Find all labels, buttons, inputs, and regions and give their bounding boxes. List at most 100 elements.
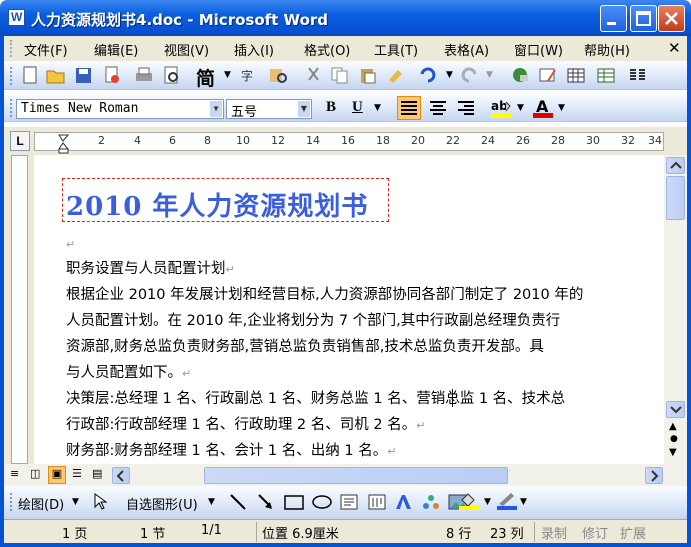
status-record[interactable]: 录制 <box>541 523 567 542</box>
underline-icon[interactable]: U <box>352 99 363 116</box>
status-track-changes[interactable]: 修订 <box>582 523 608 542</box>
vertical-ruler-strip[interactable] <box>11 155 28 464</box>
menu-format[interactable]: 格式(O) <box>304 40 350 59</box>
chinese-convert-dropdown-icon[interactable]: ▼ <box>224 70 231 80</box>
save-icon[interactable] <box>74 66 94 84</box>
permission-icon[interactable] <box>102 66 122 84</box>
chevron-down-icon[interactable]: ▼ <box>520 497 527 507</box>
font-size-combo[interactable]: 五号 ▼ <box>226 99 312 120</box>
insert-table-icon[interactable] <box>566 66 586 84</box>
vertical-scroll-thumb[interactable] <box>666 176 685 220</box>
scroll-up-button[interactable] <box>666 157 685 174</box>
copy-icon[interactable] <box>330 66 350 84</box>
research-icon[interactable] <box>268 66 288 84</box>
draw-menu-button[interactable]: 绘图(D) <box>18 494 64 513</box>
word-app-icon[interactable] <box>8 9 25 26</box>
outline-view-icon[interactable]: ☰ <box>72 467 82 480</box>
bold-icon[interactable]: B <box>326 99 336 116</box>
normal-view-icon[interactable]: ≡ <box>10 467 19 480</box>
chevron-down-icon[interactable]: ▼ <box>72 497 79 507</box>
autoshapes-menu-button[interactable]: 自选图形(U) <box>126 494 198 513</box>
align-center-icon[interactable] <box>427 97 449 119</box>
format-painter-icon[interactable] <box>386 66 406 84</box>
chevron-down-icon[interactable]: ▼ <box>210 101 222 117</box>
ruler-tick: 28 <box>551 134 565 147</box>
highlight-dropdown-icon[interactable]: ▼ <box>517 103 524 113</box>
paste-icon[interactable] <box>358 66 378 84</box>
svg-text:ab: ab <box>491 99 508 113</box>
font-color-icon[interactable]: A <box>532 97 554 119</box>
menu-edit[interactable]: 编辑(E) <box>94 40 138 59</box>
menu-window[interactable]: 窗口(W) <box>514 40 563 59</box>
menu-tools[interactable]: 工具(T) <box>374 40 418 59</box>
menu-insert[interactable]: 插入(I) <box>234 40 274 59</box>
insert-excel-icon[interactable] <box>596 66 616 84</box>
print-preview-icon[interactable] <box>162 66 182 84</box>
underline-dropdown-icon[interactable]: ▼ <box>374 103 381 113</box>
status-divider <box>256 522 257 542</box>
maximize-button[interactable] <box>630 5 657 32</box>
select-objects-icon[interactable] <box>92 493 108 511</box>
status-page-of: 1/1 <box>201 523 222 538</box>
chevron-down-icon[interactable]: ▼ <box>208 497 215 507</box>
wordart-icon[interactable] <box>394 493 414 511</box>
undo-icon[interactable] <box>418 66 438 84</box>
chevron-down-icon[interactable]: ▼ <box>484 497 491 507</box>
status-extend[interactable]: 扩展 <box>620 523 646 542</box>
scroll-right-button[interactable] <box>645 467 663 484</box>
next-page-icon[interactable]: ▼ <box>669 447 677 458</box>
print-layout-view-button[interactable]: ▣ <box>48 466 66 484</box>
tables-borders-icon[interactable] <box>538 66 558 84</box>
scroll-down-button[interactable] <box>666 401 685 418</box>
translate-icon[interactable]: 字 <box>240 66 260 84</box>
ruler-tick: 26 <box>516 134 530 147</box>
menu-help[interactable]: 帮助(H) <box>584 40 630 59</box>
align-right-icon[interactable] <box>455 97 477 119</box>
font-color-dropdown-icon[interactable]: ▼ <box>558 103 565 113</box>
indent-marker-icon[interactable] <box>58 134 70 154</box>
rectangle-icon[interactable] <box>283 493 305 511</box>
line-icon[interactable] <box>228 493 248 511</box>
document-close-icon[interactable]: ✕ <box>668 39 681 57</box>
redo-dropdown-icon[interactable]: ▼ <box>486 70 493 80</box>
paragraph-mark: ↵ <box>66 238 76 251</box>
text-box-icon[interactable] <box>339 493 359 511</box>
select-browse-object-icon[interactable]: ● <box>670 434 678 444</box>
chinese-convert-button[interactable]: 简 <box>196 64 215 91</box>
columns-icon[interactable] <box>628 66 648 84</box>
redo-icon[interactable] <box>460 66 480 84</box>
cut-icon[interactable] <box>304 66 324 84</box>
menu-file[interactable]: 文件(F) <box>24 40 68 59</box>
close-button[interactable] <box>658 5 685 32</box>
menu-table[interactable]: 表格(A) <box>444 40 489 59</box>
fill-color-icon[interactable] <box>458 491 480 511</box>
hyperlink-icon[interactable] <box>510 66 530 84</box>
ruler-tick: 24 <box>481 134 495 147</box>
window-frame <box>0 36 4 547</box>
open-folder-icon[interactable] <box>46 66 66 84</box>
font-name-combo[interactable]: Times New Roman ▼ <box>16 99 224 119</box>
ruler-tick: 14 <box>306 134 320 147</box>
line-color-icon[interactable] <box>496 491 518 511</box>
justify-button[interactable] <box>397 96 421 120</box>
oval-icon[interactable] <box>311 493 333 511</box>
minimize-button[interactable] <box>600 5 627 32</box>
scroll-left-button[interactable] <box>112 467 130 484</box>
menu-view[interactable]: 视图(V) <box>164 40 209 59</box>
ruler-tick: 20 <box>411 134 425 147</box>
reading-layout-icon[interactable]: ▤ <box>92 467 102 480</box>
vertical-text-box-icon[interactable] <box>367 493 387 511</box>
web-layout-icon[interactable]: ◫ <box>30 467 40 480</box>
chevron-down-icon <box>670 406 682 414</box>
previous-page-icon[interactable]: ▲ <box>669 421 677 432</box>
undo-dropdown-icon[interactable]: ▼ <box>446 70 453 80</box>
print-icon[interactable] <box>134 66 154 84</box>
horizontal-scroll-thumb[interactable] <box>204 467 508 484</box>
new-document-icon[interactable] <box>20 66 40 84</box>
diagram-icon[interactable] <box>421 493 441 511</box>
ruler-tick: 30 <box>586 134 600 147</box>
tab-selector-button[interactable]: L <box>10 131 30 151</box>
chevron-down-icon[interactable]: ▼ <box>298 101 310 117</box>
arrow-icon[interactable] <box>256 493 276 511</box>
highlight-icon[interactable]: ab <box>490 97 514 119</box>
